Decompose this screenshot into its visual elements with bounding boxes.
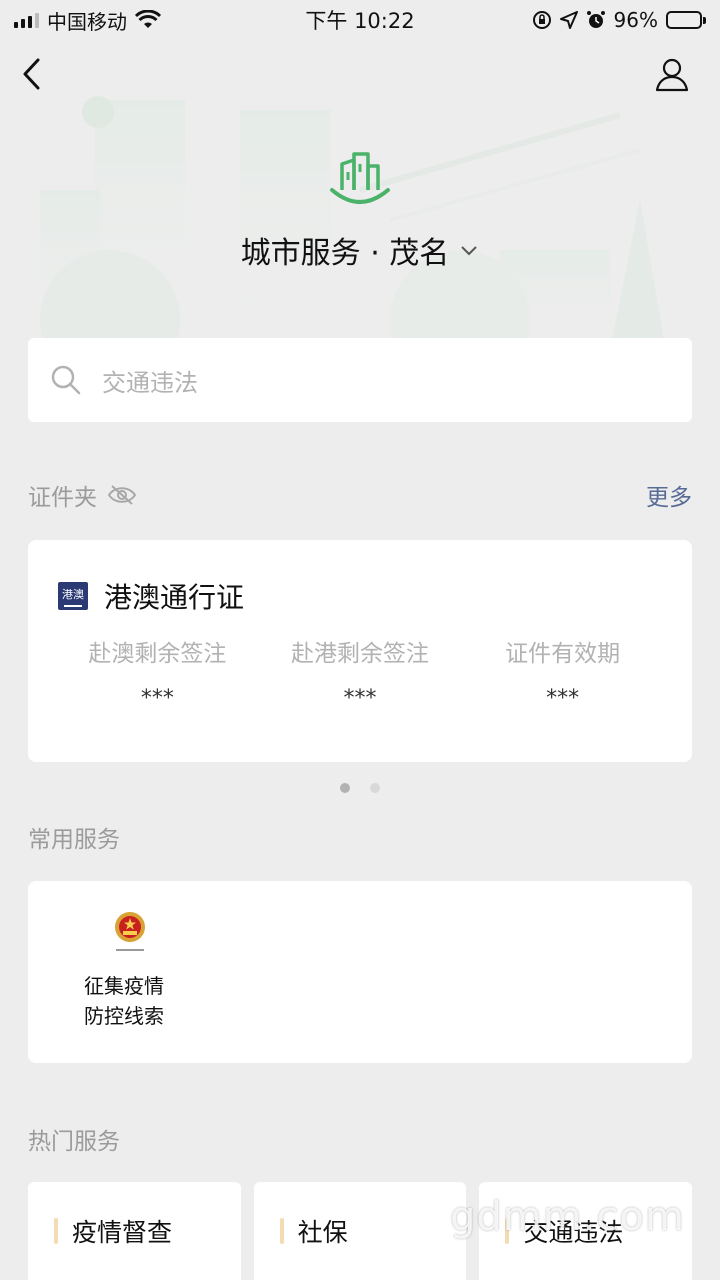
tile-accent-bar [54,1218,58,1244]
pass-badge-icon: 港澳 [58,582,88,610]
battery-percent: 96% [613,8,658,32]
pager-dot[interactable] [340,783,350,793]
hot-service-label: 疫情督查 [72,1218,173,1247]
national-emblem-icon [115,912,145,951]
profile-button[interactable] [650,52,694,96]
hk-macau-pass-card[interactable]: 港澳 港澳通行证 赴澳剩余签注 *** 赴港剩余签注 *** 证件有效期 *** [28,540,692,762]
search-placeholder: 交通违法 [102,368,198,397]
search-input[interactable]: 交通违法 [28,338,692,422]
pass-name: 港澳通行证 [104,581,245,614]
chevron-down-icon [461,246,478,256]
hot-services-header: 热门服务 [28,1122,692,1156]
status-left: 中国移动 [14,6,161,35]
field-value: *** [343,686,377,711]
page-title: 城市服务 · 茂名 [240,236,450,271]
wifi-icon [135,10,161,28]
common-services-header: 常用服务 [28,820,692,854]
section-title-text: 证件夹 [28,485,97,511]
back-button[interactable] [22,52,62,96]
carrier-name: 中国移动 [47,9,127,34]
hot-services-title: 热门服务 [28,1129,120,1155]
pass-fields: 赴澳剩余签注 *** 赴港剩余签注 *** 证件有效期 *** [56,634,664,711]
search-icon [51,365,81,395]
service-item-epidemic-clues[interactable]: 征集疫情 防控线索 [84,909,170,1031]
pass-field-hongkong: 赴港剩余签注 *** [259,634,462,711]
city-building-icon [330,152,390,204]
eye-hidden-icon[interactable] [107,484,137,506]
location-arrow-icon [559,11,578,29]
site-watermark: gdmm.com [450,1194,685,1240]
pass-card-header: 港澳 港澳通行证 [58,576,244,616]
pass-field-validity: 证件有效期 *** [461,634,664,711]
pager-dot[interactable] [370,783,380,793]
status-bar: 中国移动 下午 10:22 96% [0,0,720,40]
field-label: 赴港剩余签注 [291,641,429,667]
common-services-card: 征集疫情 防控线索 [28,881,692,1063]
cellular-signal-icon [14,12,39,28]
person-icon [655,58,689,92]
tile-accent-bar [279,1218,284,1244]
field-label: 赴澳剩余签注 [88,641,227,667]
chevron-left-icon [23,58,40,90]
city-selector[interactable]: 城市服务 · 茂名 [0,228,720,272]
rotation-lock-icon [532,11,551,29]
field-value: *** [140,686,174,711]
battery-icon [666,11,706,29]
nav-bar [0,52,720,96]
alarm-clock-icon [586,11,605,28]
carousel-pager [0,783,720,793]
hot-service-label: 社保 [297,1218,348,1247]
field-value: *** [546,686,580,711]
common-services-title: 常用服务 [28,827,120,853]
id-wallet-title: 证件夹 [28,478,137,512]
status-right: 96% [532,8,706,32]
pass-field-macau: 赴澳剩余签注 *** [56,634,259,711]
more-link[interactable]: 更多 [646,478,692,512]
service-label: 征集疫情 防控线索 [84,974,164,1028]
id-wallet-header: 证件夹 更多 [28,478,692,512]
field-label: 证件有效期 [505,641,621,667]
hot-service-social-security[interactable]: 社保 [253,1182,467,1280]
pass-badge-text: 港澳 [62,587,84,601]
hot-service-epidemic-inspection[interactable]: 疫情督查 [28,1182,241,1280]
